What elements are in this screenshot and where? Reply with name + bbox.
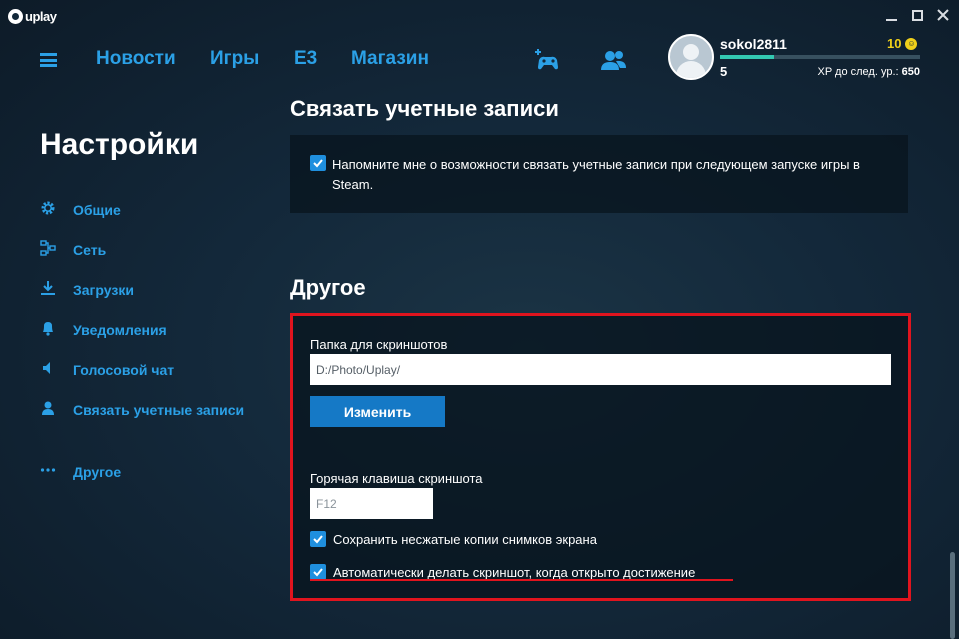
- sidebar-item-notifications[interactable]: Уведомления: [40, 319, 167, 341]
- nav-e3[interactable]: E3: [294, 48, 317, 70]
- section-heading-other: Другое: [290, 275, 366, 300]
- nav-store[interactable]: Магазин: [351, 48, 429, 70]
- units-coin-icon: ☺: [905, 37, 918, 50]
- xp-progress-bar: [720, 55, 920, 59]
- menu-icon-bar: [40, 58, 57, 62]
- remind-checkbox[interactable]: [310, 155, 326, 171]
- close-icon: [937, 9, 949, 21]
- friends-icon: [601, 51, 626, 70]
- hotkey-label: Горячая клавиша скриншота: [310, 471, 483, 486]
- checkmark-icon: [313, 568, 323, 577]
- link-accounts-panel: Напомните мне о возможности связать учет…: [290, 135, 908, 213]
- section-heading-link-accounts: Связать учетные записи: [290, 96, 559, 121]
- sidebar-item-label: Общие: [73, 202, 121, 218]
- sidebar-item-label: Другое: [73, 464, 122, 480]
- save-uncompressed-label: Сохранить несжатые копии снимков экрана: [333, 532, 597, 547]
- level-value: 5: [720, 64, 728, 79]
- page-title: Настройки: [40, 128, 199, 161]
- sidebar-item-label: Уведомления: [73, 322, 167, 338]
- download-icon: [40, 280, 56, 296]
- xp-label: XP до след. ур.:: [817, 66, 899, 78]
- logo-text: uplay: [25, 8, 57, 24]
- maximize-icon: [911, 9, 923, 21]
- friends-button[interactable]: [600, 48, 628, 72]
- add-game-button[interactable]: [533, 48, 561, 72]
- content-scrollbar[interactable]: [950, 552, 955, 639]
- screenshot-folder-input[interactable]: D:/Photo/Uplay/: [310, 354, 891, 385]
- hotkey-input[interactable]: F12: [310, 488, 433, 519]
- units-counter[interactable]: 10 ☺: [887, 36, 918, 51]
- sidebar-item-network[interactable]: Сеть: [40, 239, 106, 261]
- auto-screenshot-label: Автоматически делать скриншот, когда отк…: [333, 565, 696, 580]
- xp-value: 650: [901, 66, 920, 78]
- uplay-window: uplay Новости Игры E3 Магазин sokol2811 …: [0, 0, 959, 639]
- sidebar-item-voice-chat[interactable]: Голосовой чат: [40, 359, 174, 381]
- sidebar-item-link-accounts[interactable]: Связать учетные записи: [40, 399, 273, 421]
- avatar-head: [683, 44, 699, 60]
- sidebar-item-label: Голосовой чат: [73, 362, 175, 378]
- sidebar-item-other[interactable]: Другое: [40, 461, 121, 483]
- bell-icon: [40, 320, 56, 336]
- save-uncompressed-checkbox[interactable]: [310, 531, 326, 547]
- checkmark-icon: [313, 159, 323, 168]
- gear-icon: [40, 200, 56, 216]
- minimize-icon: [885, 19, 897, 21]
- top-nav: Новости Игры E3 Магазин: [0, 34, 959, 88]
- close-button[interactable]: [937, 8, 949, 22]
- highlight-underline: [310, 579, 733, 581]
- menu-button[interactable]: [40, 53, 57, 67]
- minimize-button[interactable]: [885, 8, 897, 22]
- remind-label: Напомните мне о возможности связать учет…: [332, 157, 860, 192]
- units-value: 10: [887, 36, 902, 51]
- username[interactable]: sokol2811: [720, 36, 787, 52]
- dots-icon: [40, 462, 56, 478]
- xp-progress-fill: [720, 55, 774, 59]
- nav-news[interactable]: Новости: [96, 48, 176, 70]
- xp-remaining: XP до след. ур.: 650: [818, 66, 920, 78]
- sidebar-item-label: Загрузки: [73, 282, 134, 298]
- gamepad-plus-icon: [535, 49, 558, 70]
- sidebar-item-downloads[interactable]: Загрузки: [40, 279, 134, 301]
- sidebar-item-label: Сеть: [73, 242, 107, 258]
- menu-icon-bar: [40, 53, 57, 56]
- speaker-icon: [40, 360, 56, 376]
- auto-screenshot-checkbox[interactable]: [310, 564, 326, 580]
- uplay-logo: uplay: [8, 6, 57, 26]
- change-folder-button[interactable]: Изменить: [310, 396, 445, 427]
- menu-icon-bar: [40, 64, 57, 67]
- nav-games[interactable]: Игры: [210, 48, 259, 70]
- sidebar-item-general[interactable]: Общие: [40, 199, 121, 221]
- avatar[interactable]: [668, 34, 714, 80]
- title-bar: uplay: [0, 0, 959, 34]
- network-icon: [40, 240, 56, 256]
- other-panel: Папка для скриншотов D:/Photo/Uplay/ Изм…: [290, 313, 911, 601]
- uplay-logo-icon: [8, 8, 23, 24]
- screenshot-folder-label: Папка для скриншотов: [310, 337, 448, 352]
- sidebar-item-label: Связать учетные записи: [73, 402, 245, 418]
- checkmark-icon: [313, 535, 323, 544]
- window-controls: [885, 8, 949, 22]
- maximize-button[interactable]: [911, 8, 923, 22]
- avatar-body: [676, 61, 706, 78]
- user-icon: [40, 400, 56, 416]
